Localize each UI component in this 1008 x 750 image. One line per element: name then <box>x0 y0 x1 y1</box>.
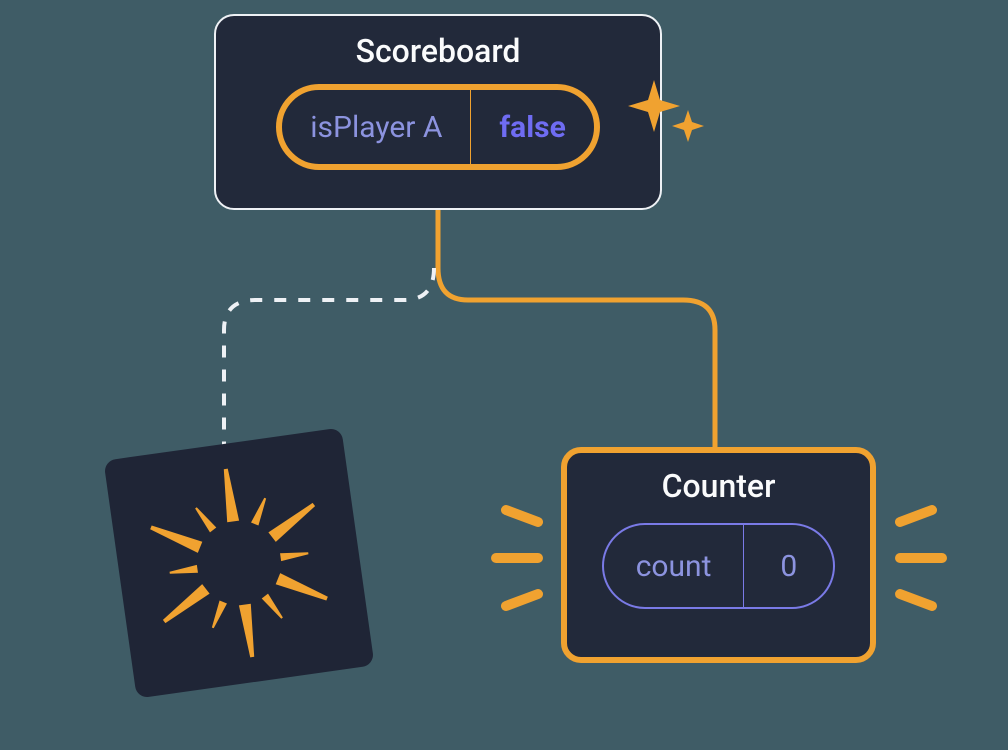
unmounted-counter-node <box>103 427 374 698</box>
state-key-label: count <box>604 525 745 607</box>
state-value-label: false <box>471 90 593 164</box>
diagram-canvas: Scoreboard isPlayer A false <box>0 0 1008 750</box>
counter-title: Counter <box>662 467 776 505</box>
state-value-label: 0 <box>744 525 833 607</box>
scoreboard-title: Scoreboard <box>356 32 521 70</box>
state-key-label: isPlayer A <box>282 90 471 164</box>
scoreboard-state-pill: isPlayer A false <box>276 84 600 170</box>
counter-state-pill: count 0 <box>602 523 836 609</box>
counter-node: Counter count 0 <box>561 447 876 663</box>
scoreboard-node: Scoreboard isPlayer A false <box>214 14 662 210</box>
poof-burst-icon <box>103 427 374 698</box>
